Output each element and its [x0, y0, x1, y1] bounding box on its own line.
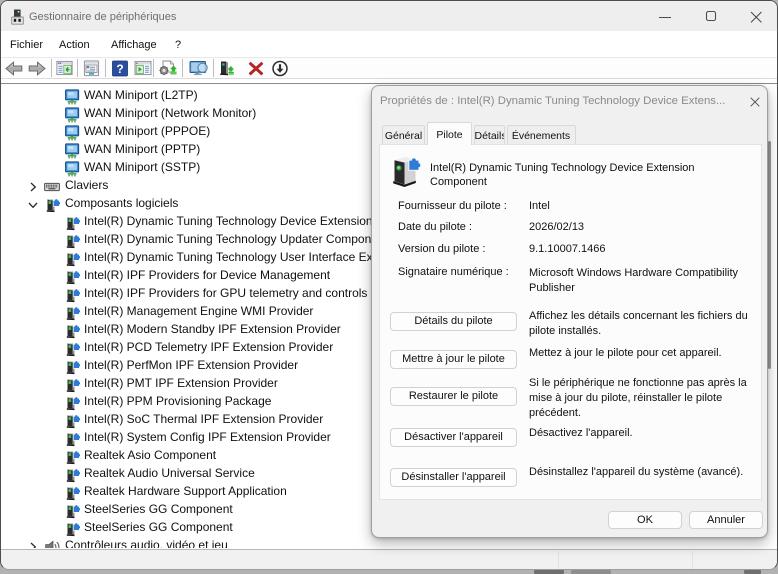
svg-text:?: ? — [116, 62, 123, 76]
